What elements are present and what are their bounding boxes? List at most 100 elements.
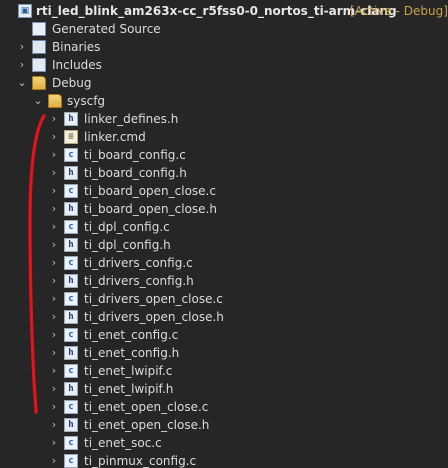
- chevron-right-icon[interactable]: ›: [48, 146, 60, 164]
- header-file-icon: h: [64, 274, 78, 288]
- header-file-icon: h: [64, 382, 78, 396]
- chevron-down-icon[interactable]: ⌄: [16, 74, 28, 92]
- file-name-label: linker_defines.h: [84, 112, 179, 126]
- tree-item-file[interactable]: › h ti_drivers_open_close.h: [0, 308, 448, 326]
- chevron-down-icon[interactable]: ⌄: [32, 92, 44, 110]
- file-name-label: ti_enet_config.c: [84, 328, 179, 342]
- c-source-file-icon: c: [64, 328, 78, 342]
- c-source-file-icon: c: [64, 436, 78, 450]
- tree-item-file[interactable]: › c ti_board_open_close.c: [0, 182, 448, 200]
- c-source-file-icon: c: [64, 400, 78, 414]
- c-source-file-icon: c: [64, 454, 78, 468]
- chevron-right-icon[interactable]: ›: [48, 110, 60, 128]
- tree-item-file[interactable]: › h ti_enet_lwipif.h: [0, 380, 448, 398]
- file-name-label: ti_enet_config.h: [84, 346, 180, 360]
- chevron-right-icon[interactable]: ›: [48, 398, 60, 416]
- tree-item-file[interactable]: › h ti_dpl_config.h: [0, 236, 448, 254]
- file-name-label: ti_enet_lwipif.h: [84, 382, 174, 396]
- generated-source-folder-icon: [32, 22, 46, 36]
- c-source-file-icon: c: [64, 292, 78, 306]
- c-source-file-icon: c: [64, 364, 78, 378]
- tree-item-label: Binaries: [52, 40, 101, 54]
- chevron-right-icon[interactable]: ›: [48, 380, 60, 398]
- tree-item-file[interactable]: › ≡ linker.cmd: [0, 128, 448, 146]
- chevron-right-icon[interactable]: ›: [48, 200, 60, 218]
- chevron-right-icon[interactable]: ›: [48, 218, 60, 236]
- tree-item-file[interactable]: › c ti_board_config.c: [0, 146, 448, 164]
- tree-item-syscfg[interactable]: ⌄ syscfg: [0, 92, 448, 110]
- chevron-right-icon[interactable]: ›: [48, 164, 60, 182]
- file-name-label: ti_enet_open_close.c: [84, 400, 209, 414]
- chevron-right-icon[interactable]: ›: [48, 326, 60, 344]
- tree-item-file[interactable]: › h ti_drivers_config.h: [0, 272, 448, 290]
- c-source-file-icon: c: [64, 184, 78, 198]
- project-name: rti_led_blink_am263x-cc_r5fss0-0_nortos_…: [36, 4, 397, 18]
- tree-item-file[interactable]: › c ti_enet_soc.c: [0, 434, 448, 452]
- file-name-label: ti_board_open_close.h: [84, 202, 217, 216]
- tree-item-binaries[interactable]: › Binaries: [0, 38, 448, 56]
- tree-item-generated-source[interactable]: Generated Source: [0, 20, 448, 38]
- header-file-icon: h: [64, 346, 78, 360]
- chevron-right-icon[interactable]: ›: [48, 182, 60, 200]
- tree-item-file[interactable]: › h ti_board_open_close.h: [0, 200, 448, 218]
- header-file-icon: h: [64, 112, 78, 126]
- file-name-label: ti_enet_open_close.h: [84, 418, 210, 432]
- header-file-icon: h: [64, 310, 78, 324]
- tree-item-label: syscfg: [67, 94, 106, 108]
- tree-item-includes[interactable]: › Includes: [0, 56, 448, 74]
- open-folder-icon: [48, 94, 62, 108]
- file-name-label: ti_drivers_config.h: [84, 274, 194, 288]
- file-name-label: ti_drivers_config.c: [84, 256, 193, 270]
- file-name-label: ti_dpl_config.c: [84, 220, 170, 234]
- tree-item-debug[interactable]: ⌄ Debug: [0, 74, 448, 92]
- c-source-file-icon: c: [64, 256, 78, 270]
- file-name-label: ti_enet_soc.c: [84, 436, 162, 450]
- tree-item-file[interactable]: › h ti_enet_open_close.h: [0, 416, 448, 434]
- tree-item-file[interactable]: › c ti_dpl_config.c: [0, 218, 448, 236]
- binaries-icon: [32, 40, 46, 54]
- header-file-icon: h: [64, 202, 78, 216]
- includes-icon: [32, 58, 46, 72]
- chevron-right-icon[interactable]: ›: [48, 362, 60, 380]
- tree-item-file[interactable]: › h linker_defines.h: [0, 110, 448, 128]
- chevron-right-icon[interactable]: ›: [48, 128, 60, 146]
- chevron-right-icon[interactable]: ›: [48, 344, 60, 362]
- header-file-icon: h: [64, 238, 78, 252]
- c-source-file-icon: c: [64, 220, 78, 234]
- file-name-label: ti_drivers_open_close.c: [84, 292, 223, 306]
- open-folder-icon: [32, 76, 46, 90]
- tree-item-label: Debug: [52, 76, 92, 90]
- chevron-right-icon[interactable]: ›: [48, 416, 60, 434]
- file-name-label: ti_board_config.c: [84, 148, 186, 162]
- tree-item-file[interactable]: › c ti_enet_open_close.c: [0, 398, 448, 416]
- project-explorer-tree: ▣ rti_led_blink_am263x-cc_r5fss0-0_norto…: [0, 0, 448, 468]
- tree-item-file[interactable]: › c ti_drivers_open_close.c: [0, 290, 448, 308]
- chevron-right-icon[interactable]: ›: [48, 434, 60, 452]
- chevron-right-icon[interactable]: ›: [48, 290, 60, 308]
- tree-item-file[interactable]: › c ti_pinmux_config.c: [0, 452, 448, 468]
- linker-file-icon: ≡: [64, 130, 78, 144]
- project-node[interactable]: ▣ rti_led_blink_am263x-cc_r5fss0-0_norto…: [0, 2, 448, 20]
- file-name-label: ti_pinmux_config.c: [84, 454, 197, 468]
- tree-item-file[interactable]: › h ti_enet_config.h: [0, 344, 448, 362]
- chevron-right-icon[interactable]: ›: [48, 272, 60, 290]
- file-name-label: ti_enet_lwipif.c: [84, 364, 173, 378]
- chevron-right-icon[interactable]: ›: [16, 38, 28, 56]
- file-name-label: ti_board_config.h: [84, 166, 187, 180]
- header-file-icon: h: [64, 166, 78, 180]
- tree-item-label: Generated Source: [52, 22, 161, 36]
- chevron-right-icon[interactable]: ›: [16, 56, 28, 74]
- chevron-right-icon[interactable]: ›: [48, 308, 60, 326]
- tree-item-file[interactable]: › c ti_drivers_config.c: [0, 254, 448, 272]
- tree-item-file[interactable]: › c ti_enet_config.c: [0, 326, 448, 344]
- chevron-right-icon[interactable]: ›: [48, 452, 60, 468]
- file-name-label: ti_drivers_open_close.h: [84, 310, 224, 324]
- tree-item-label: Includes: [52, 58, 102, 72]
- header-file-icon: h: [64, 418, 78, 432]
- project-icon: ▣: [18, 4, 32, 18]
- chevron-right-icon[interactable]: ›: [48, 236, 60, 254]
- tree-item-file[interactable]: › h ti_board_config.h: [0, 164, 448, 182]
- tree-item-file[interactable]: › c ti_enet_lwipif.c: [0, 362, 448, 380]
- file-name-label: ti_board_open_close.c: [84, 184, 216, 198]
- chevron-right-icon[interactable]: ›: [48, 254, 60, 272]
